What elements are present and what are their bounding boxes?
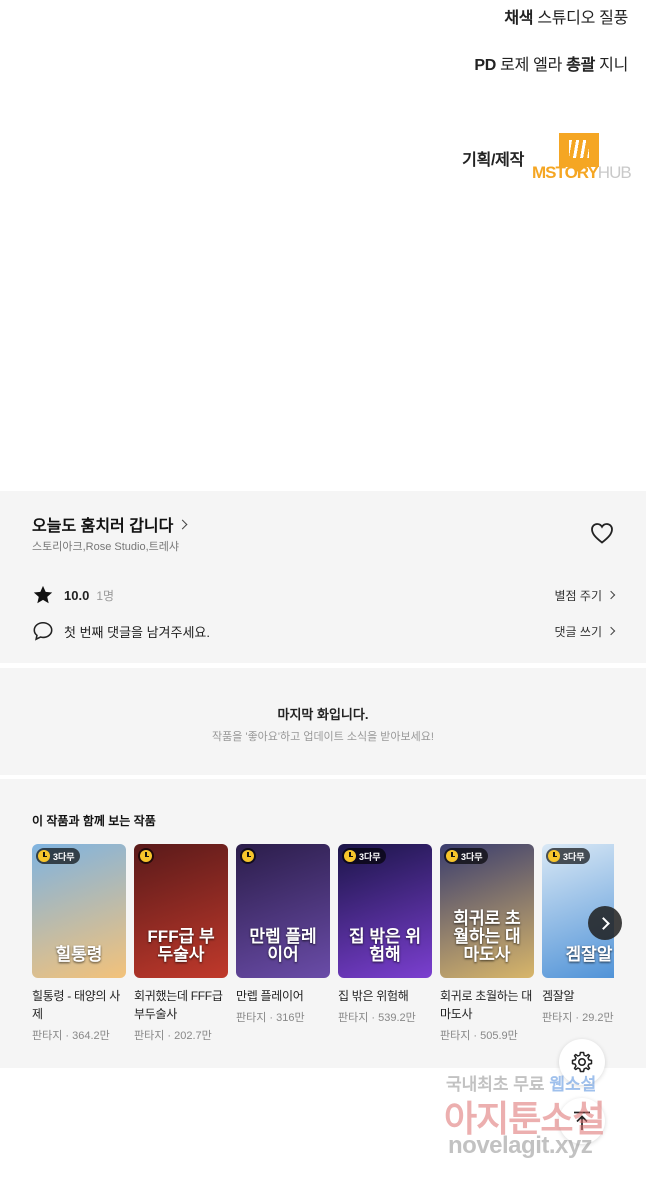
clock-icon [38,850,50,862]
clock-icon [140,850,152,862]
credit-pd: PD 로제 엘라 총괄 지니 [474,51,628,75]
chevron-right-icon [606,626,616,636]
recommendation-carousel[interactable]: 힐통령 3다무 힐통령 - 태양의 사제 판타지 · 364.2만 FFF급 부… [32,844,614,1068]
last-episode-notice: 마지막 화입니다. 작품을 '좋아요'하고 업데이트 소식을 받아보세요! [0,668,646,775]
badge-text: 3다무 [461,851,483,862]
cover-title-art: 집 밖은 위험해 [348,927,421,965]
arrow-up-icon [574,1111,590,1130]
last-episode-title: 마지막 화입니다. [277,707,369,722]
recommendation-meta: 판타지 · 539.2만 [338,1012,416,1024]
recommendation-meta: 판타지 · 505.9만 [440,1030,518,1042]
chevron-right-icon [597,916,610,930]
scroll-to-top-button[interactable] [559,1098,605,1144]
cover-image: 만렙 플레이어 [236,844,330,978]
recommendation-meta: 판타지 · 316만 [236,1012,305,1024]
recommendation-title: 회귀했는데 FFF급 부두술사 [134,989,223,1021]
recommendation-title: 겜잘알 [542,989,575,1003]
rate-button[interactable]: 별점 주기 [554,587,616,604]
last-episode-subtitle: 작품을 '좋아요'하고 업데이트 소식을 받아보세요! [212,731,434,743]
clock-icon [446,850,458,862]
recommendation-card[interactable]: 힐통령 3다무 힐통령 - 태양의 사제 판타지 · 364.2만 [32,844,126,1043]
recommendation-title: 힐통령 - 태양의 사제 [32,989,120,1021]
recommendations-heading: 이 작품과 함께 보는 작품 [32,814,156,828]
cover-image: 집 밖은 위험해 3다무 [338,844,432,978]
recommendation-title: 집 밖은 위험해 [338,989,409,1003]
series-info-panel: 오늘도 훔치러 갑니다 스토리아크,Rose Studio,트레샤 10.0 1… [0,491,646,663]
recommendation-meta: 판타지 · 202.7만 [134,1030,212,1042]
credit-role-director: 총괄 [566,57,595,74]
comment-row: 첫 번째 댓글을 남겨주세요. 댓글 쓰기 [32,620,616,642]
wait-free-badge: 3다무 [36,848,80,864]
credit-name-pd-1: 로제 엘라 [500,57,562,74]
recommendation-title: 만렙 플레이어 [236,989,304,1003]
rating-value: 10.0 [64,587,90,603]
credit-name-pd-2: 지니 [599,57,628,74]
heart-icon[interactable] [590,522,614,544]
series-title-link[interactable]: 오늘도 훔치러 갑니다 [32,512,188,536]
carousel-next-button[interactable] [588,906,622,940]
badge-text: 3다무 [53,851,75,862]
wait-free-badge [138,848,154,864]
mstory-hub-logo: MSTORYHUB [532,133,632,183]
comment-icon [33,621,53,641]
cover-image: FFF급 부두술사 [134,844,228,978]
cover-image: 회귀로 초월하는 대마도사 3다무 [440,844,534,978]
rating-count: 1명 [96,588,115,603]
recommendation-card[interactable]: FFF급 부두술사 회귀했는데 FFF급 부두술사 판타지 · 202.7만 [134,844,228,1043]
settings-button[interactable] [559,1039,605,1085]
comment-prompt: 첫 번째 댓글을 남겨주세요. [64,624,211,640]
clock-icon [548,850,560,862]
cover-title-art: 만렙 플레이어 [249,927,317,965]
recommendation-card[interactable]: 회귀로 초월하는 대마도사 3다무 회귀로 초월하는 대마도사 판타지 · 50… [440,844,534,1043]
credit-role-production: 기획/제작 [462,152,524,169]
cover-title-art: FFF급 부두술사 [147,927,215,965]
wait-free-badge: 3다무 [444,848,488,864]
cover-title-art: 힐통령 [55,945,103,965]
badge-text: 3다무 [563,851,585,862]
cover-title-art: 겜잘알 [565,945,613,965]
recommendation-meta: 판타지 · 29.2만 [542,1012,614,1024]
credit-name-coloring: 스튜디오 질풍 [537,10,628,27]
recommendation-meta: 판타지 · 364.2만 [32,1030,110,1042]
write-comment-label: 댓글 쓰기 [554,624,603,639]
logo-hub-text: HUB [597,163,632,182]
series-authors: 스토리아크,Rose Studio,트레샤 [32,541,179,553]
site-watermark: 국내최초 무료 웹소설 아지툰소설 novelagit.xyz [440,1068,640,1168]
credit-role-pd: PD [474,57,497,74]
cover-image: 힐통령 3다무 [32,844,126,978]
mstory-badge-icon [559,133,599,173]
credit-production: 기획/제작 MSTORYHUB [462,133,632,183]
chevron-right-icon [177,519,188,529]
write-comment-button[interactable]: 댓글 쓰기 [554,623,616,640]
series-title: 오늘도 훔치러 갑니다 [32,518,174,535]
chevron-right-icon [606,590,616,600]
recommendation-card[interactable]: 집 밖은 위험해 3다무 집 밖은 위험해 판타지 · 539.2만 [338,844,432,1025]
watermark-line1: 국내최초 무료 [446,1075,545,1094]
clock-icon [344,850,356,862]
clock-icon [242,850,254,862]
credit-coloring: 채색 스튜디오 질풍 [504,4,628,28]
wait-free-badge: 3다무 [342,848,386,864]
rating-row: 10.0 1명 별점 주기 [32,584,616,606]
credit-role-coloring: 채색 [504,10,534,27]
wait-free-badge [240,848,256,864]
badge-text: 3다무 [359,851,381,862]
star-icon [33,585,53,604]
cover-title-art: 회귀로 초월하는 대마도사 [453,909,521,965]
gear-icon [571,1051,593,1073]
rate-button-label: 별점 주기 [554,588,603,603]
credits-section: 채색 스튜디오 질풍 PD 로제 엘라 총괄 지니 기획/제작 MSTORYHU… [0,0,646,491]
logo-main-text: MSTORY [532,163,599,182]
wait-free-badge: 3다무 [546,848,590,864]
recommendation-title: 회귀로 초월하는 대마도사 [440,989,532,1021]
recommendation-card[interactable]: 만렙 플레이어 만렙 플레이어 판타지 · 316만 [236,844,330,1025]
recommendations-section: 이 작품과 함께 보는 작품 힐통령 3다무 힐통령 - 태양의 사제 판타지 … [0,779,646,1068]
